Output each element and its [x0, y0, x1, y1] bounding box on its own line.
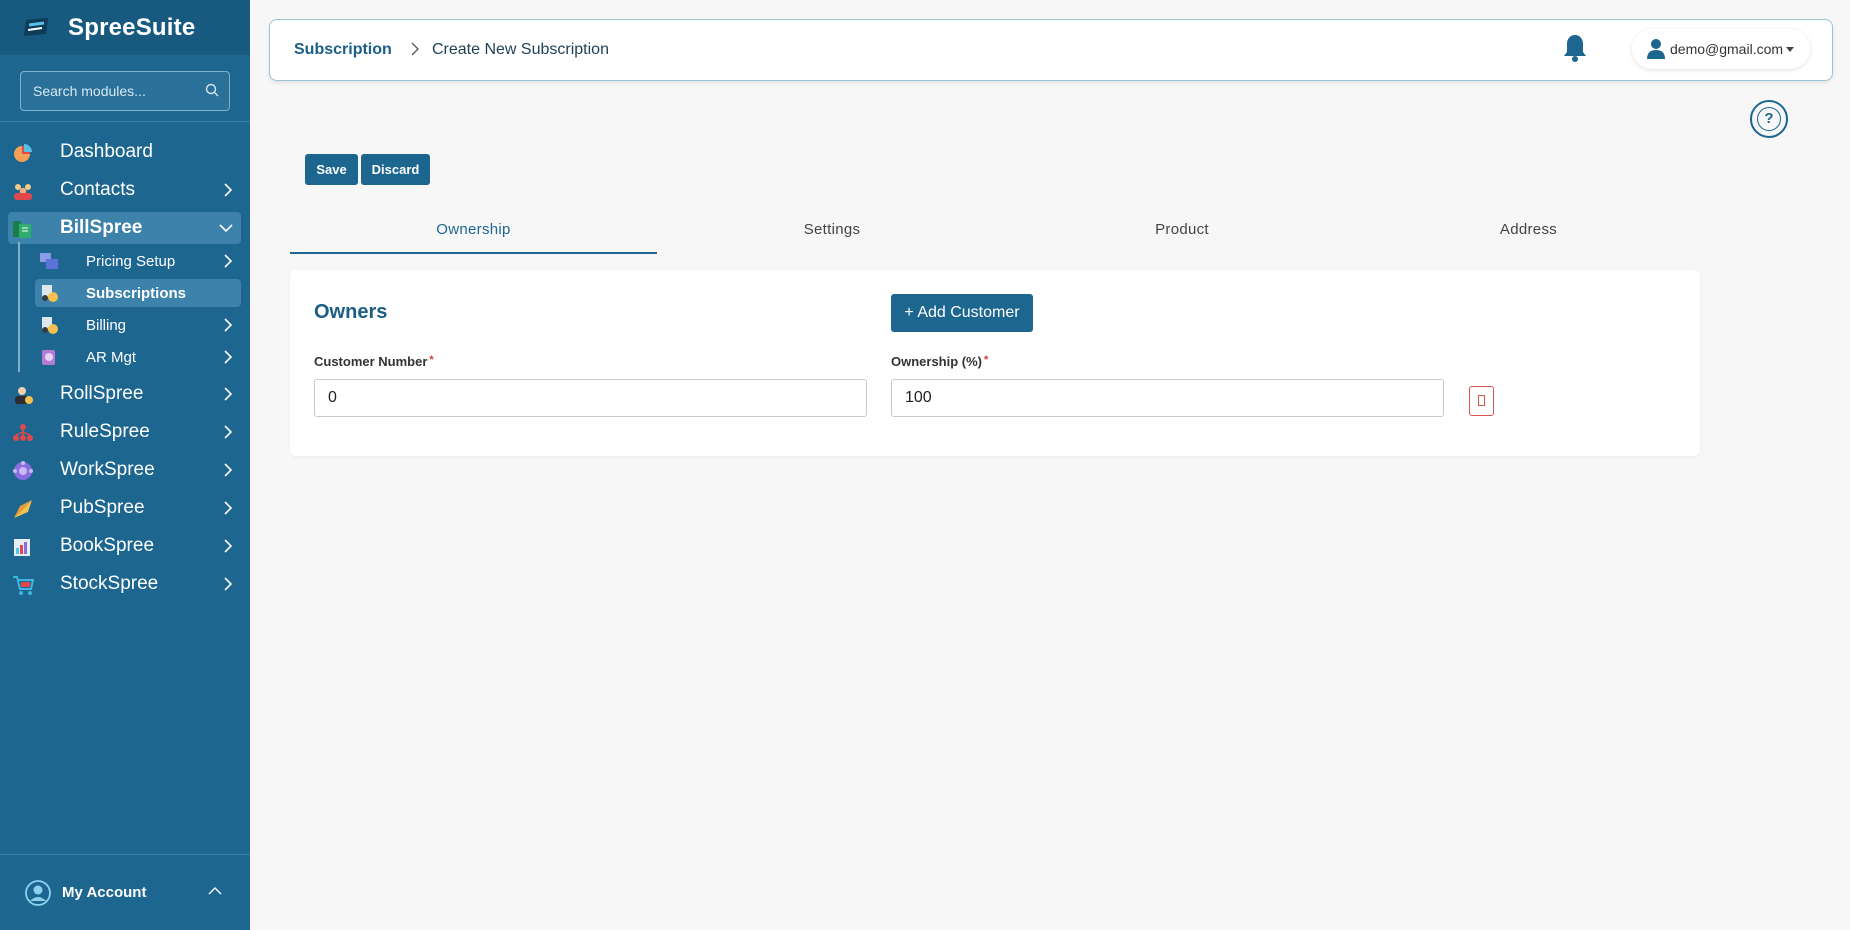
sidebar-item-stockspree[interactable]: StockSpree [8, 568, 241, 600]
rulespree-icon [13, 424, 33, 441]
module-search-input[interactable] [21, 72, 229, 110]
sidebar-subitem-billing[interactable]: Billing [35, 311, 241, 339]
brand[interactable]: SpreeSuite [0, 0, 250, 55]
owners-title: Owners [314, 301, 388, 323]
my-account-label: My Account [62, 884, 147, 901]
top-header: Subscription Create New Subscription dem… [269, 19, 1833, 81]
sidebar-item-label: PubSpree [60, 497, 145, 518]
trash-icon [1478, 395, 1485, 406]
sidebar: SpreeSuite Dashboard Contacts [0, 0, 250, 930]
sidebar-item-pubspree[interactable]: PubSpree [8, 492, 241, 524]
required-mark: * [984, 354, 989, 366]
sidebar-subitem-pricing-setup[interactable]: Pricing Setup [35, 247, 241, 275]
discard-button[interactable]: Discard [361, 154, 430, 185]
workspree-icon [13, 461, 33, 480]
sidebar-item-contacts[interactable]: Contacts [8, 174, 241, 206]
pricing-setup-icon [40, 253, 58, 269]
chevron-right-icon [224, 350, 233, 364]
chevron-right-icon [224, 539, 233, 553]
chevron-down-icon [219, 224, 233, 233]
subscriptions-icon [42, 285, 58, 302]
billing-icon [42, 317, 58, 334]
chevron-right-icon [224, 318, 233, 332]
sidebar-item-bookspree[interactable]: BookSpree [8, 530, 241, 562]
dashboard-pie-icon [14, 144, 32, 162]
notification-bell-icon[interactable] [1562, 33, 1588, 63]
stockspree-cart-icon [13, 576, 34, 595]
sidebar-subitem-label: Billing [86, 316, 127, 334]
ownership-percent-field[interactable] [891, 379, 1444, 417]
sidebar-item-rulespree[interactable]: RuleSpree [8, 416, 241, 448]
chevron-right-icon [224, 577, 233, 591]
customer-number-field[interactable] [314, 379, 867, 417]
customer-number-label: Customer Number * [314, 354, 434, 369]
required-mark: * [429, 354, 434, 366]
sidebar-item-label: RollSpree [60, 383, 144, 404]
sidebar-item-label: WorkSpree [60, 459, 155, 480]
my-account[interactable]: My Account [0, 854, 250, 930]
save-button[interactable]: Save [305, 154, 358, 185]
sidebar-item-rollspree[interactable]: RollSpree [8, 378, 241, 410]
submenu-guide-line [18, 242, 20, 372]
sidebar-item-dashboard[interactable]: Dashboard [8, 136, 241, 168]
chevron-right-icon [224, 463, 233, 477]
sidebar-item-billspree[interactable]: BillSpree [8, 212, 241, 244]
help-button[interactable]: ? [1750, 100, 1788, 138]
sidebar-item-label: Dashboard [60, 141, 153, 162]
sidebar-subitem-subscriptions[interactable]: Subscriptions [35, 279, 241, 307]
tab-address[interactable]: Address [1357, 210, 1700, 254]
sidebar-item-label: RuleSpree [60, 421, 150, 442]
contacts-people-icon [14, 184, 32, 200]
tab-settings[interactable]: Settings [657, 210, 1007, 254]
tab-product[interactable]: Product [1007, 210, 1357, 254]
search-icon[interactable] [205, 83, 219, 97]
tab-ownership[interactable]: Ownership [290, 210, 657, 254]
chevron-right-icon [224, 425, 233, 439]
sidebar-subitem-label: Subscriptions [86, 284, 187, 302]
sidebar-subitem-ar-mgt[interactable]: AR Mgt [35, 343, 241, 371]
delete-owner-button[interactable] [1469, 386, 1494, 416]
ar-mgt-icon [42, 350, 55, 365]
sidebar-subitem-label: Pricing Setup [86, 252, 176, 270]
pubspree-icon [14, 500, 32, 518]
help-question-icon: ? [1757, 107, 1781, 131]
caret-down-icon [1786, 47, 1794, 52]
billspree-icon [13, 221, 31, 238]
user-email: demo@gmail.com [1670, 41, 1784, 57]
rollspree-icon [15, 387, 33, 404]
account-avatar-icon [25, 880, 51, 906]
chevron-right-icon [224, 387, 233, 401]
spreesuite-logo-icon [24, 17, 48, 36]
sidebar-item-workspree[interactable]: WorkSpree [8, 454, 241, 486]
sidebar-item-label: Contacts [60, 179, 135, 200]
user-menu[interactable]: demo@gmail.com [1632, 29, 1810, 69]
sidebar-item-label: BillSpree [60, 217, 143, 238]
chevron-up-icon [208, 887, 222, 895]
subscription-tabs: Ownership Settings Product Address [290, 210, 1700, 254]
sidebar-item-label: BookSpree [60, 535, 155, 556]
add-customer-button[interactable]: + Add Customer [891, 294, 1033, 332]
chevron-right-icon [224, 254, 233, 268]
module-search [0, 55, 250, 122]
brand-name: SpreeSuite [68, 13, 196, 41]
breadcrumb-chevron-icon [411, 42, 419, 56]
sidebar-item-label: StockSpree [60, 573, 159, 594]
breadcrumb-current: Create New Subscription [432, 41, 609, 58]
breadcrumb-root[interactable]: Subscription [294, 41, 392, 59]
bookspree-icon [14, 539, 30, 556]
module-search-box [20, 71, 230, 111]
chevron-right-icon [224, 501, 233, 515]
ownership-percent-label: Ownership (%) * [891, 354, 989, 369]
user-icon [1647, 39, 1665, 59]
sidebar-subitem-label: AR Mgt [86, 348, 137, 366]
chevron-right-icon [224, 183, 233, 197]
owners-card: Owners + Add Customer Customer Number* O… [290, 270, 1700, 456]
